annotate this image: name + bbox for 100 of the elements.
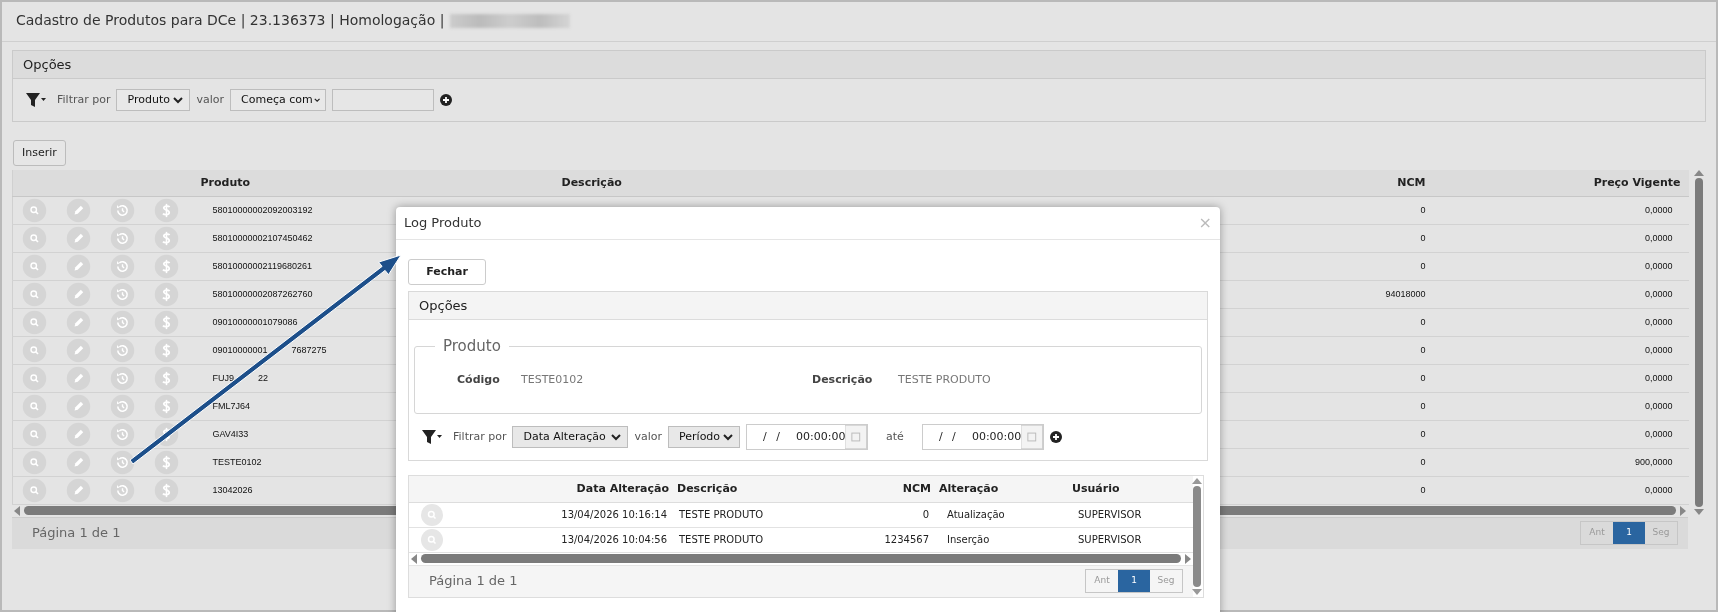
date-time-field[interactable]: / / 00:00:00 [921,424,1044,450]
operator-select[interactable]: Período [668,426,741,448]
search-icon[interactable] [22,309,48,335]
operator-select[interactable]: Começa com [230,89,327,111]
scroll-up-icon[interactable] [1694,170,1704,176]
calendar-icon[interactable] [1021,425,1043,449]
scroll-right-icon[interactable] [1185,553,1191,564]
page-button[interactable]: 1 [1613,522,1645,544]
history-icon[interactable] [110,449,135,475]
search-icon[interactable] [22,337,48,363]
field-label: Código [457,372,501,388]
table-cell: 0 [1420,232,1426,243]
field-value: TESTE0102 [521,372,585,388]
table-cell: 58010000002107450462 [212,232,313,243]
page-button[interactable]: 1 [1118,570,1150,592]
table-cell: 0 [1420,204,1426,215]
table-cell: Inserção [947,534,990,545]
scroll-right-icon[interactable] [1680,505,1686,516]
search-icon[interactable] [22,253,48,279]
value-label: valor [634,428,663,445]
search-icon[interactable] [22,225,48,251]
column-header: Alteração [939,481,999,495]
pencil-icon[interactable] [66,477,91,503]
filter-field-select[interactable]: Produto [116,89,191,111]
table-cell: Atualização [947,509,1005,520]
table-cell: 0 [1420,456,1426,467]
vertical-scrollbar[interactable] [1692,170,1706,515]
horizontal-scrollbar[interactable] [409,552,1193,565]
column-header: Usuário [1072,481,1120,495]
table-cell: 0 [1420,428,1426,439]
scroll-up-icon[interactable] [1192,478,1202,484]
pencil-icon[interactable] [66,309,91,335]
pencil-icon[interactable] [66,225,91,251]
scroll-left-icon[interactable] [14,505,20,516]
vertical-scrollbar[interactable] [1191,476,1203,597]
close-dialog-button[interactable]: Fechar [408,259,486,285]
table-cell: 58010000002092003192 [212,204,313,215]
search-icon[interactable] [22,393,48,419]
pencil-icon[interactable] [66,253,91,279]
table-cell: 0,0000 [1644,288,1673,299]
search-icon[interactable] [22,365,48,391]
table-cell: 58010000002119680261 [212,260,312,271]
table-cell: 0 [1420,400,1426,411]
search-icon[interactable] [22,449,48,475]
column-header: Produto [200,175,251,189]
pencil-icon[interactable] [66,337,91,363]
panel-title: Opções [23,55,72,74]
table-cell: 0,0000 [1644,316,1673,327]
date-time-field[interactable]: / / 00:00:00 [746,424,869,450]
scroll-down-icon[interactable] [1694,509,1704,515]
table-cell: FUJ9 [212,372,234,383]
calendar-icon[interactable] [845,425,868,449]
table-cell: 09010000001 [212,344,268,355]
column-header: Data Alteração [576,481,669,495]
pencil-icon[interactable] [66,393,91,419]
search-icon[interactable] [22,421,48,447]
table-cell: 0 [1420,260,1426,271]
page-info: Página 1 de 1 [32,524,121,543]
pencil-icon[interactable] [66,197,91,223]
search-icon[interactable] [421,503,443,526]
insert-button[interactable]: Inserir [13,140,66,166]
filter-icon[interactable] [25,91,47,109]
search-icon[interactable] [22,197,48,223]
pencil-icon[interactable] [66,365,91,391]
add-icon[interactable] [1049,431,1062,443]
fieldset-legend: Produto [435,336,509,356]
search-icon[interactable] [22,477,48,503]
filter-label: Filtrar por [57,91,111,108]
column-header: NCM [902,481,931,495]
scroll-left-icon[interactable] [411,553,417,564]
field-label: Descrição [812,372,874,388]
field-value: TESTE PRODUTO [898,372,991,388]
column-header: Descrição [677,481,738,495]
pencil-icon[interactable] [66,421,91,447]
add-icon[interactable] [440,94,453,106]
table-cell: 09010000001079086 [212,316,298,327]
column-header: NCM [1397,175,1426,189]
table-cell: 13042026 [212,484,253,495]
table-cell: TESTE PRODUTO [679,534,764,545]
filter-label: Filtrar por [453,428,507,445]
panel-title: Opções [419,296,468,315]
table-cell: 0,0000 [1644,260,1673,271]
chevron-icon [721,431,736,443]
column-header: Preço Vigente [1593,175,1681,189]
table-cell: 0 [1420,484,1426,495]
table-cell: GAV4I33 [212,428,249,439]
filter-field-select[interactable]: Data Alteração [512,426,629,448]
filter-icon[interactable] [421,428,443,446]
table-cell: 58010000002087262760 [212,288,313,299]
search-icon[interactable] [22,281,48,307]
pencil-icon[interactable] [66,449,91,475]
table-cell: 22 [258,372,269,383]
pencil-icon[interactable] [66,281,91,307]
table-cell: FML7J64 [212,400,251,411]
table-cell: 0 [1420,316,1426,327]
value-field[interactable] [332,89,435,111]
page-info: Página 1 de 1 [429,572,518,591]
column-header: Descrição [561,175,622,189]
table-cell: TESTE PRODUTO [679,509,764,520]
table-cell: 7687275 [291,344,327,355]
